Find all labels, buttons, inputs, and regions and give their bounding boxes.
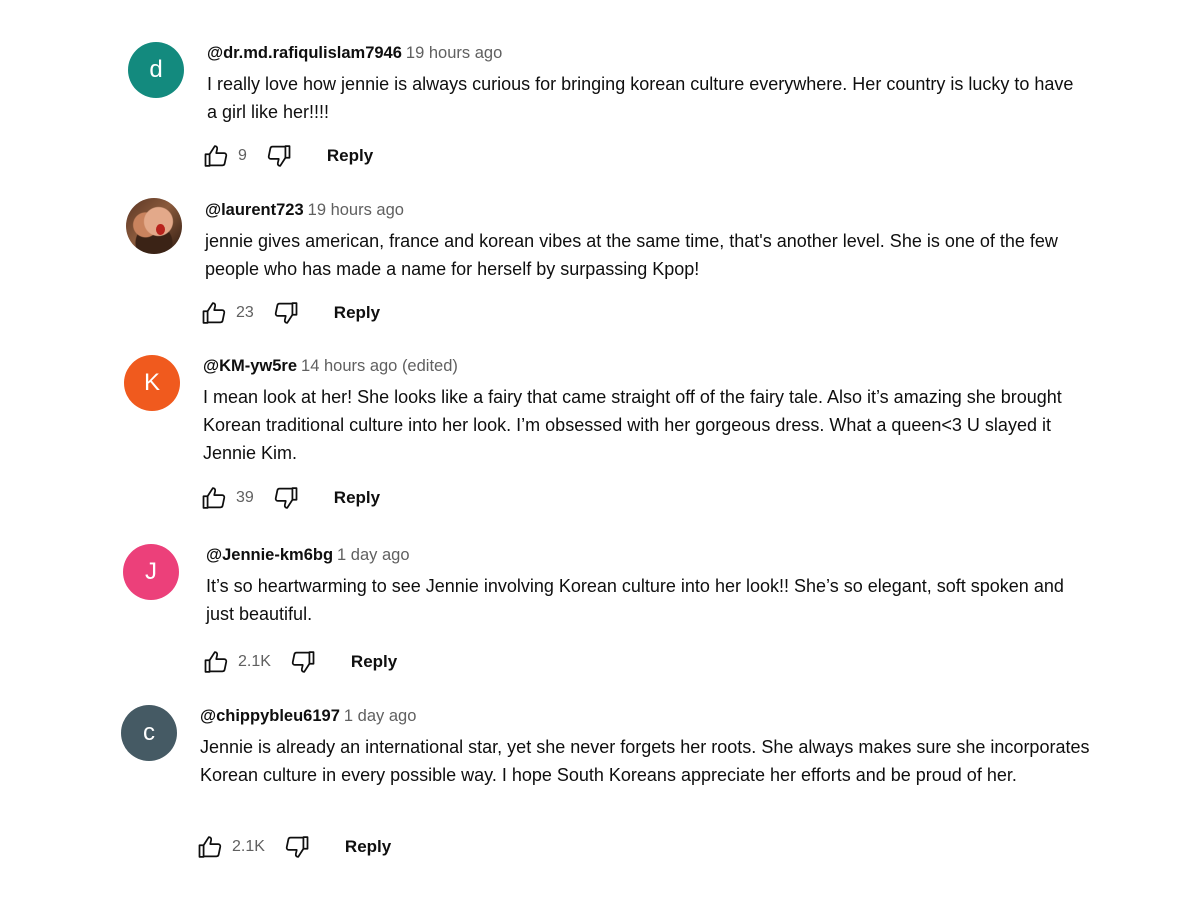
thumbs-up-icon <box>204 145 228 167</box>
thumbs-up-icon <box>204 651 228 673</box>
dislike-button[interactable] <box>272 299 300 327</box>
comment-text: Jennie is already an international star,… <box>200 737 1090 785</box>
dislike-button[interactable] <box>265 142 293 170</box>
avatar[interactable]: K <box>124 355 180 411</box>
like-button[interactable]: 39 <box>200 484 254 512</box>
reply-button[interactable]: Reply <box>351 652 397 672</box>
like-button[interactable]: 2.1K <box>196 833 265 861</box>
like-button[interactable]: 23 <box>200 299 254 327</box>
dislike-button[interactable] <box>289 648 317 676</box>
comment-text: jennie gives american, france and korean… <box>205 231 1058 279</box>
thumbs-up-icon <box>198 836 222 858</box>
comment-timestamp[interactable]: 14 hours ago (edited) <box>301 357 458 375</box>
comment-text: It’s so heartwarming to see Jennie invol… <box>206 576 1064 624</box>
comment-timestamp[interactable]: 1 day ago <box>337 546 409 564</box>
avatar[interactable]: d <box>128 42 184 98</box>
comment-author[interactable]: @dr.md.rafiqulislam7946 <box>207 44 402 62</box>
thumbs-up-icon <box>202 487 226 509</box>
comment-timestamp[interactable]: 1 day ago <box>344 707 416 725</box>
thumbs-down-icon <box>267 145 291 167</box>
like-button[interactable]: 9 <box>202 142 247 170</box>
like-count: 2.1K <box>238 653 271 670</box>
like-count: 9 <box>238 147 247 164</box>
comment-text: I really love how jennie is always curio… <box>207 74 1074 122</box>
thumbs-down-icon <box>274 302 298 324</box>
thumbs-down-icon <box>291 651 315 673</box>
comment-author[interactable]: @laurent723 <box>205 201 304 219</box>
reply-button[interactable]: Reply <box>334 303 380 323</box>
comment-author[interactable]: @Jennie-km6bg <box>206 546 333 564</box>
like-button[interactable]: 2.1K <box>202 648 271 676</box>
thumbs-up-icon <box>202 302 226 324</box>
thumbs-down-icon <box>285 836 309 858</box>
reply-button[interactable]: Reply <box>334 488 380 508</box>
dislike-button[interactable] <box>272 484 300 512</box>
comment-author[interactable]: @chippybleu6197 <box>200 707 340 725</box>
like-count: 23 <box>236 304 254 321</box>
thumbs-down-icon <box>274 487 298 509</box>
avatar[interactable]: J <box>123 544 179 600</box>
avatar[interactable]: c <box>121 705 177 761</box>
comment-timestamp[interactable]: 19 hours ago <box>406 44 502 62</box>
reply-button[interactable]: Reply <box>327 146 373 166</box>
like-count: 2.1K <box>232 838 265 855</box>
avatar[interactable] <box>126 198 182 254</box>
comment-author[interactable]: @KM-yw5re <box>203 357 297 375</box>
reply-button[interactable]: Reply <box>345 837 391 857</box>
avatar-photo-detail <box>156 224 165 235</box>
comment-text: I mean look at her! She looks like a fai… <box>203 387 1062 463</box>
like-count: 39 <box>236 489 254 506</box>
dislike-button[interactable] <box>283 833 311 861</box>
comment-timestamp[interactable]: 19 hours ago <box>308 201 404 219</box>
